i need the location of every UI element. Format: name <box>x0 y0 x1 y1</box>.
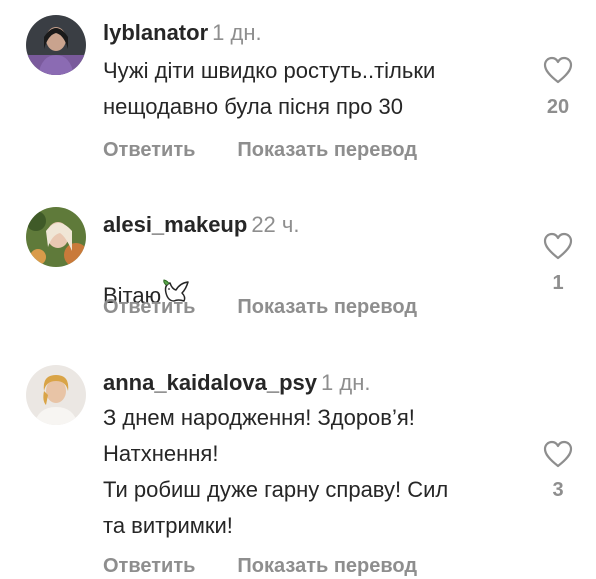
username[interactable]: lyblanator <box>103 20 208 45</box>
like-count: 20 <box>546 96 570 118</box>
comment-actions: Ответить Показать перевод <box>103 295 417 319</box>
like-button[interactable] <box>543 440 573 468</box>
translate-button[interactable]: Показать перевод <box>237 555 417 577</box>
comment-actions: Ответить Показать перевод <box>103 554 417 578</box>
like-button[interactable] <box>543 56 573 84</box>
comment-text: З днем народження! Здоров’я! Натхнення! … <box>103 405 449 538</box>
comment-text: Чужі діти швидко ростуть..тільки нещодав… <box>103 58 436 119</box>
comment-header: lyblanator 1 дн. <box>103 19 262 47</box>
comment-time: 1 дн. <box>212 20 262 45</box>
reply-button[interactable]: Ответить <box>103 139 195 161</box>
translate-button[interactable]: Показать перевод <box>237 296 417 318</box>
heart-outline-icon <box>543 56 573 84</box>
username[interactable]: alesi_makeup <box>103 212 247 237</box>
like-count: 3 <box>552 479 564 501</box>
reply-button[interactable]: Ответить <box>103 555 195 577</box>
avatar[interactable] <box>26 365 86 425</box>
like-count: 1 <box>552 272 564 294</box>
avatar[interactable] <box>26 207 86 267</box>
heart-outline-icon <box>543 232 573 260</box>
comment-actions: Ответить Показать перевод <box>103 138 417 162</box>
like-button[interactable] <box>543 232 573 260</box>
reply-button[interactable]: Ответить <box>103 296 195 318</box>
comment-time: 1 дн. <box>321 370 371 395</box>
comment-time: 22 ч. <box>251 212 300 237</box>
avatar[interactable] <box>26 15 86 75</box>
username[interactable]: anna_kaidalova_psy <box>103 370 317 395</box>
heart-outline-icon <box>543 440 573 468</box>
comment-header: alesi_makeup 22 ч. <box>103 211 299 239</box>
comment-header: anna_kaidalova_psy 1 дн. <box>103 369 370 397</box>
translate-button[interactable]: Показать перевод <box>237 139 417 161</box>
